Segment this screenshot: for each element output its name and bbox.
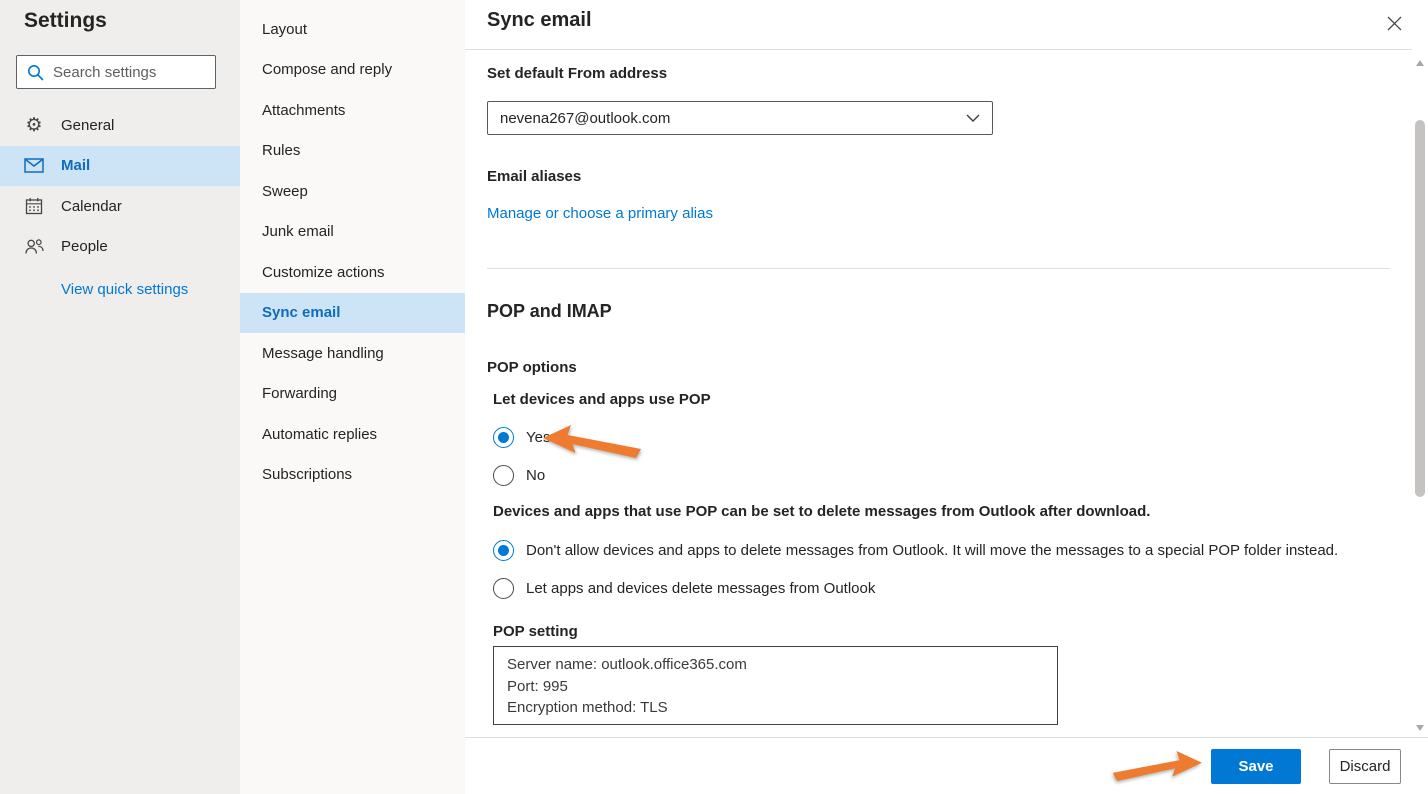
- title-divider: [465, 49, 1412, 50]
- radio-dont-allow-delete[interactable]: Don't allow devices and apps to delete m…: [493, 540, 1338, 561]
- use-pop-label: Let devices and apps use POP: [493, 391, 711, 408]
- search-settings-input[interactable]: [53, 64, 205, 81]
- category-rules[interactable]: Rules: [240, 131, 465, 172]
- radio-unselected-icon: [493, 465, 514, 486]
- pop-encryption: Encryption method: TLS: [507, 697, 1044, 719]
- chevron-down-icon: [966, 114, 980, 122]
- category-compose-and-reply[interactable]: Compose and reply: [240, 50, 465, 91]
- page-title: Sync email: [487, 9, 592, 32]
- radio-selected-icon: [493, 427, 514, 448]
- from-address-dropdown[interactable]: nevena267@outlook.com: [487, 101, 993, 135]
- pop-setting-box: Server name: outlook.office365.com Port:…: [493, 646, 1058, 725]
- annotation-arrow-yes: [543, 424, 644, 459]
- pop-delete-label: Devices and apps that use POP can be set…: [493, 503, 1150, 520]
- email-aliases-label: Email aliases: [487, 168, 581, 185]
- category-attachments[interactable]: Attachments: [240, 90, 465, 131]
- sidebar-item-label: General: [61, 117, 114, 134]
- radio-let-delete[interactable]: Let apps and devices delete messages fro…: [493, 578, 875, 599]
- sidebar-item-general[interactable]: ⚙ General: [0, 105, 240, 146]
- people-icon: [24, 237, 44, 257]
- radio-pop-no-label: No: [526, 467, 545, 484]
- radio-selected-icon: [493, 540, 514, 561]
- sidebar-item-people[interactable]: People: [0, 227, 240, 268]
- search-icon: [27, 64, 44, 81]
- discard-button[interactable]: Discard: [1329, 749, 1401, 784]
- vertical-scrollbar[interactable]: [1412, 50, 1428, 737]
- pop-port: Port: 995: [507, 676, 1044, 698]
- pop-server-name: Server name: outlook.office365.com: [507, 654, 1044, 676]
- save-button[interactable]: Save: [1211, 749, 1301, 784]
- radio-dont-allow-label: Don't allow devices and apps to delete m…: [526, 542, 1338, 559]
- mail-icon: [24, 156, 44, 176]
- sidebar-item-label: Mail: [61, 157, 90, 174]
- category-subscriptions[interactable]: Subscriptions: [240, 455, 465, 496]
- scrollbar-thumb[interactable]: [1415, 120, 1425, 497]
- calendar-icon: [24, 196, 44, 216]
- scrollbar-up-arrow-icon[interactable]: [1416, 60, 1424, 66]
- pop-setting-label: POP setting: [493, 623, 578, 640]
- from-address-label: Set default From address: [487, 65, 667, 82]
- radio-unselected-icon: [493, 578, 514, 599]
- category-sync-email[interactable]: Sync email: [240, 293, 465, 334]
- radio-pop-no[interactable]: No: [493, 465, 545, 486]
- view-quick-settings-link[interactable]: View quick settings: [61, 281, 188, 298]
- category-automatic-replies[interactable]: Automatic replies: [240, 414, 465, 455]
- annotation-arrow-save: [1110, 750, 1202, 782]
- close-icon[interactable]: [1384, 13, 1404, 33]
- category-layout[interactable]: Layout: [240, 9, 465, 50]
- from-address-value: nevena267@outlook.com: [500, 110, 966, 127]
- category-sweep[interactable]: Sweep: [240, 171, 465, 212]
- radio-pop-yes-label: Yes: [526, 429, 550, 446]
- sidebar-item-label: Calendar: [61, 198, 122, 215]
- sidebar-nav: ⚙ General Mail Calendar People: [0, 105, 240, 267]
- sidebar-item-mail[interactable]: Mail: [0, 146, 240, 187]
- radio-pop-yes[interactable]: Yes: [493, 427, 550, 448]
- sidebar-item-calendar[interactable]: Calendar: [0, 186, 240, 227]
- category-customize-actions[interactable]: Customize actions: [240, 252, 465, 293]
- settings-title: Settings: [24, 9, 107, 33]
- radio-let-delete-label: Let apps and devices delete messages fro…: [526, 580, 875, 597]
- scrollbar-down-arrow-icon[interactable]: [1416, 725, 1424, 731]
- pop-options-label: POP options: [487, 359, 577, 376]
- manage-alias-link[interactable]: Manage or choose a primary alias: [487, 205, 713, 222]
- panel-footer: Save Discard: [465, 737, 1428, 794]
- section-divider: [487, 268, 1390, 269]
- gear-icon: ⚙: [24, 115, 44, 135]
- category-message-handling[interactable]: Message handling: [240, 333, 465, 374]
- sidebar-item-label: People: [61, 238, 108, 255]
- sync-email-panel: Sync email Set default From address neve…: [465, 0, 1428, 794]
- mail-settings-categories: Layout Compose and reply Attachments Rul…: [240, 0, 465, 794]
- category-junk-email[interactable]: Junk email: [240, 212, 465, 253]
- category-forwarding[interactable]: Forwarding: [240, 374, 465, 415]
- search-settings-box[interactable]: [16, 55, 216, 89]
- pop-imap-heading: POP and IMAP: [487, 301, 612, 322]
- settings-sidebar: Settings ⚙ General Mail Calendar: [0, 0, 240, 794]
